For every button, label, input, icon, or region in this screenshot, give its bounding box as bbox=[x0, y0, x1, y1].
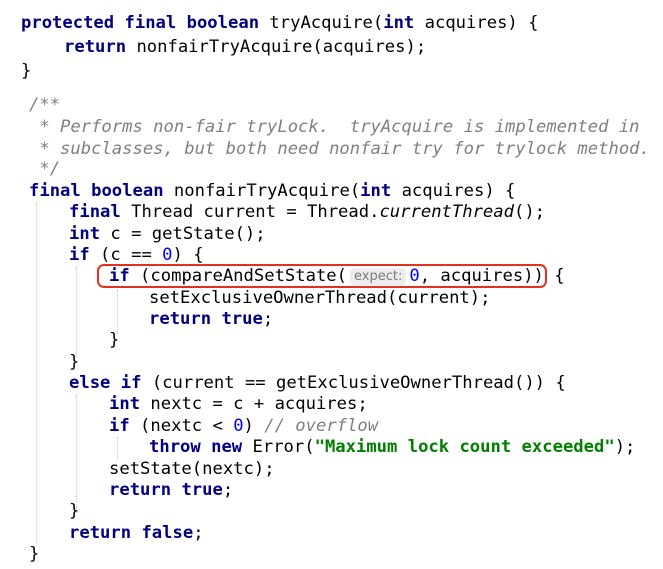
keyword: throw bbox=[149, 437, 201, 457]
keyword: return bbox=[69, 523, 132, 543]
doc-comment-line: * Performs non-fair tryLock. tryAcquire … bbox=[29, 117, 640, 137]
number-literal: 0 bbox=[162, 245, 173, 265]
closing-brace: } bbox=[21, 61, 32, 81]
code-text: setExclusiveOwnerThread(current); bbox=[149, 288, 491, 308]
code-text: ; bbox=[222, 480, 234, 500]
code-line-17: else if (current == getExclusiveOwnerThr… bbox=[69, 372, 566, 394]
code-line-24: return false; bbox=[69, 522, 204, 544]
keyword: return bbox=[64, 37, 127, 57]
keyword: int bbox=[69, 224, 101, 244]
code-line-21: setState(nextc); bbox=[109, 458, 275, 480]
code-line-25: } bbox=[29, 543, 39, 565]
indent-guide bbox=[117, 290, 118, 334]
code-text: setState(nextc); bbox=[109, 459, 275, 479]
keyword: return bbox=[109, 480, 172, 500]
code-text: (c == bbox=[89, 245, 163, 265]
number-literal: 0 bbox=[233, 416, 244, 436]
keyword: final bbox=[124, 13, 177, 33]
string-literal: "Maximum lock count exceeded" bbox=[314, 437, 615, 457]
keyword: final bbox=[29, 181, 81, 201]
keyword: int bbox=[383, 13, 415, 33]
static-method-call: currentThread bbox=[379, 202, 514, 222]
method-name: nonfairTryAcquire( bbox=[173, 181, 361, 201]
line-comment: // overflow bbox=[264, 416, 379, 436]
keyword: true bbox=[181, 480, 223, 500]
closing-brace: } bbox=[69, 352, 80, 372]
code-line-10: int c = getState(); bbox=[69, 223, 266, 245]
code-text: ); bbox=[614, 437, 636, 457]
code-text: acquires) { bbox=[414, 13, 539, 33]
code-line-16: } bbox=[69, 351, 79, 373]
highlight-box bbox=[97, 264, 547, 288]
code-line-18: int nextc = c + acquires; bbox=[109, 393, 368, 415]
indent-guide bbox=[36, 203, 37, 543]
code-line-19: if (nextc < 0) // overflow bbox=[109, 415, 378, 437]
code-line-20: throw new Error("Maximum lock count exce… bbox=[149, 436, 635, 458]
code-line-14: return true; bbox=[149, 308, 273, 330]
keyword: false bbox=[141, 523, 194, 543]
keyword: boolean bbox=[91, 181, 164, 201]
doc-comment-line: */ bbox=[29, 159, 61, 179]
code-text: (current == getExclusiveOwnerThread()) { bbox=[141, 373, 566, 393]
keyword: if bbox=[109, 416, 130, 436]
code-text: ; bbox=[193, 523, 204, 543]
code-text: acquires) { bbox=[391, 181, 516, 201]
code-line-23: } bbox=[69, 500, 79, 522]
code-text: (); bbox=[513, 202, 546, 222]
closing-brace: } bbox=[109, 330, 120, 350]
doc-comment-line: /** bbox=[29, 95, 61, 115]
keyword: protected bbox=[21, 13, 115, 33]
code-line-2: return nonfairTryAcquire(acquires); bbox=[64, 36, 426, 58]
code-line-13: setExclusiveOwnerThread(current); bbox=[149, 287, 490, 309]
closing-brace: } bbox=[69, 501, 80, 521]
code-text: ; bbox=[262, 309, 274, 329]
code-line-1: protected final boolean tryAcquire(int a… bbox=[21, 12, 538, 34]
code-text: (nextc < bbox=[129, 416, 234, 436]
keyword: int bbox=[360, 181, 392, 201]
code-text: nextc = c + acquires; bbox=[140, 394, 368, 414]
code-line-15: } bbox=[109, 329, 119, 351]
keyword: boolean bbox=[186, 13, 260, 33]
code-line-22: return true; bbox=[109, 479, 233, 501]
closing-brace: } bbox=[29, 544, 40, 564]
code-text: nonfairTryAcquire(acquires); bbox=[126, 37, 427, 57]
keyword: if bbox=[120, 373, 142, 393]
keyword: true bbox=[221, 309, 263, 329]
keyword: else bbox=[69, 373, 111, 393]
code-line-11: if (c == 0) { bbox=[69, 244, 204, 266]
code-text: ) bbox=[243, 416, 265, 436]
code-text: Error( bbox=[242, 437, 315, 457]
keyword: if bbox=[69, 245, 90, 265]
keyword: final bbox=[69, 202, 121, 222]
indent-guide bbox=[76, 395, 77, 513]
indent-guide bbox=[76, 267, 77, 357]
keyword: new bbox=[211, 437, 243, 457]
code-line-3: } bbox=[21, 60, 31, 82]
doc-comment-line: * subclasses, but both need nonfair try … bbox=[29, 139, 650, 159]
method-name: tryAcquire( bbox=[269, 13, 384, 33]
keyword: int bbox=[109, 394, 141, 414]
code-text: Thread current = Thread. bbox=[120, 202, 380, 222]
code-editor[interactable]: protected final boolean tryAcquire(int a… bbox=[0, 0, 663, 569]
code-line-8: final boolean nonfairTryAcquire(int acqu… bbox=[29, 180, 515, 202]
code-text: c = getState(); bbox=[100, 224, 266, 244]
indent-guide bbox=[117, 437, 118, 459]
code-text: ) { bbox=[172, 245, 204, 265]
code-line-9: final Thread current = Thread.currentThr… bbox=[69, 201, 545, 223]
keyword: return bbox=[149, 309, 212, 329]
